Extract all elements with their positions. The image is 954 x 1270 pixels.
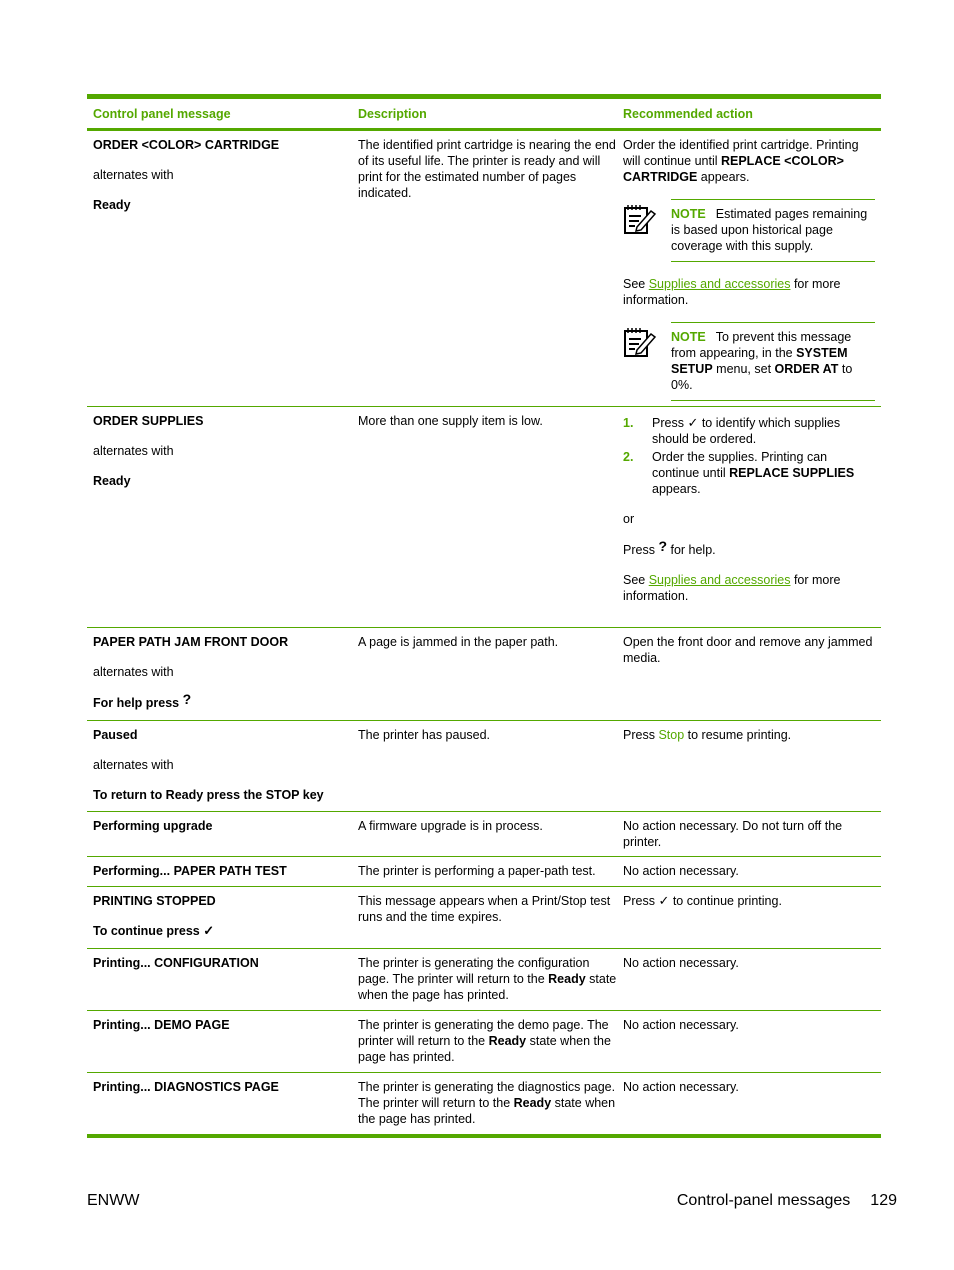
alternates-label: alternates with — [93, 758, 174, 772]
description-text: A page is jammed in the paper path. — [358, 635, 559, 649]
note-box: NOTE Estimated pages remaining is based u… — [623, 199, 875, 262]
footer-left: ENWW — [87, 1192, 140, 1209]
description-text: The printer is generating the demo page.… — [358, 1018, 611, 1064]
supplies-link[interactable]: Supplies and accessories — [649, 277, 791, 291]
note-icon — [623, 322, 671, 401]
header-description: Description — [358, 106, 427, 121]
description-text: The printer is generating the configurat… — [358, 956, 617, 1002]
header-action: Recommended action — [623, 106, 753, 121]
description-text: More than one supply item is low. — [358, 414, 543, 428]
description-text: A firmware upgrade is in process. — [358, 819, 543, 833]
supplies-link[interactable]: Supplies and accessories — [649, 573, 791, 587]
table-row: Performing upgrade A firmware upgrade is… — [87, 812, 881, 857]
action-text: No action necessary. — [623, 864, 739, 878]
description-text: The printer is generating the diagnostic… — [358, 1080, 616, 1126]
checkmark-icon: ✓ — [203, 923, 215, 938]
table-row: ORDER SUPPLIES alternates with Ready Mor… — [87, 407, 881, 628]
stop-key-label: Stop — [658, 728, 685, 742]
step-1: 1. Press ✓ to identify which supplies sho… — [623, 415, 841, 446]
table-row: Printing... CONFIGURATION The printer is… — [87, 949, 881, 1011]
table-row: Paused alternates with To return to Read… — [87, 721, 881, 812]
help-icon: ? — [182, 691, 192, 707]
footer-section: Control-panel messages — [676, 1192, 851, 1209]
action-text: Open the front door and remove any jamme… — [623, 635, 873, 665]
page-footer: ENWW Control-panel messages 129 — [87, 1193, 897, 1209]
action-text: No action necessary. — [623, 1080, 739, 1094]
message-table: Control panel message Description Recomm… — [87, 94, 881, 1138]
message-text: ORDER SUPPLIES — [93, 414, 204, 428]
message-text: Performing upgrade — [93, 819, 213, 833]
table-row: ORDER <COLOR> CARTRIDGE alternates with … — [87, 131, 881, 407]
message-text: Printing... DEMO PAGE — [93, 1018, 230, 1032]
description-text: This message appears when a Print/Stop t… — [358, 894, 611, 924]
action-text: No action necessary. — [623, 956, 739, 970]
message-text: Performing... PAPER PATH TEST — [93, 864, 287, 878]
alternates-label: alternates with — [93, 444, 174, 458]
footer-right: Control-panel messages 129 — [657, 1193, 897, 1209]
action-text: No action necessary. — [623, 1018, 739, 1032]
or-text: or — [623, 512, 635, 526]
message-alt-text: Ready — [93, 198, 131, 212]
table-row: PAPER PATH JAM FRONT DOOR alternates wit… — [87, 628, 881, 721]
action-text: Press Stop to resume printing. — [623, 728, 792, 742]
table-row: Printing... DEMO PAGE The printer is gen… — [87, 1011, 881, 1073]
table-row: Printing... DIAGNOSTICS PAGE The printer… — [87, 1073, 881, 1138]
action-text: Press ✓ to continue printing. — [623, 893, 782, 908]
note-icon — [623, 199, 671, 262]
action-text: Order the identified print cartridge. Pr… — [623, 138, 859, 184]
checkmark-icon: ✓ — [658, 893, 670, 908]
message-alt-text: To continue press ✓ — [93, 923, 215, 938]
message-text: PRINTING STOPPED — [93, 894, 216, 908]
table-row: PRINTING STOPPED To continue press ✓ Thi… — [87, 887, 881, 949]
message-text: PAPER PATH JAM FRONT DOOR — [93, 635, 289, 649]
message-alt-text: For help press ? — [93, 691, 192, 710]
description-text: The identified print cartridge is nearin… — [358, 138, 616, 200]
description-text: The printer has paused. — [358, 728, 491, 742]
see-also: See Supplies and accessories for more in… — [623, 573, 841, 603]
table-row: Performing... PAPER PATH TEST The printe… — [87, 857, 881, 887]
message-alt-text: Ready — [93, 474, 131, 488]
message-text: Printing... DIAGNOSTICS PAGE — [93, 1080, 279, 1094]
page-number: 129 — [870, 1192, 897, 1209]
alternates-label: alternates with — [93, 665, 174, 679]
message-text: Printing... CONFIGURATION — [93, 956, 259, 970]
table-header: Control panel message Description Recomm… — [87, 99, 881, 131]
alternates-label: alternates with — [93, 168, 174, 182]
message-text: Paused — [93, 728, 138, 742]
checkmark-icon: ✓ — [687, 415, 699, 430]
help-icon: ? — [658, 538, 667, 554]
see-also: See Supplies and accessories for more in… — [623, 277, 841, 307]
action-text: No action necessary. Do not turn off the… — [623, 819, 843, 849]
description-text: The printer is performing a paper-path t… — [358, 864, 596, 878]
help-text: Press ? for help. — [623, 538, 716, 557]
header-message: Control panel message — [93, 106, 231, 121]
step-2: 2. Order the supplies. Printing can conti… — [623, 450, 855, 496]
message-text: ORDER <COLOR> CARTRIDGE — [93, 138, 280, 152]
message-alt-text: To return to Ready press the STOP key — [93, 788, 324, 802]
note-box: NOTE To prevent this message from appeari… — [623, 322, 875, 401]
